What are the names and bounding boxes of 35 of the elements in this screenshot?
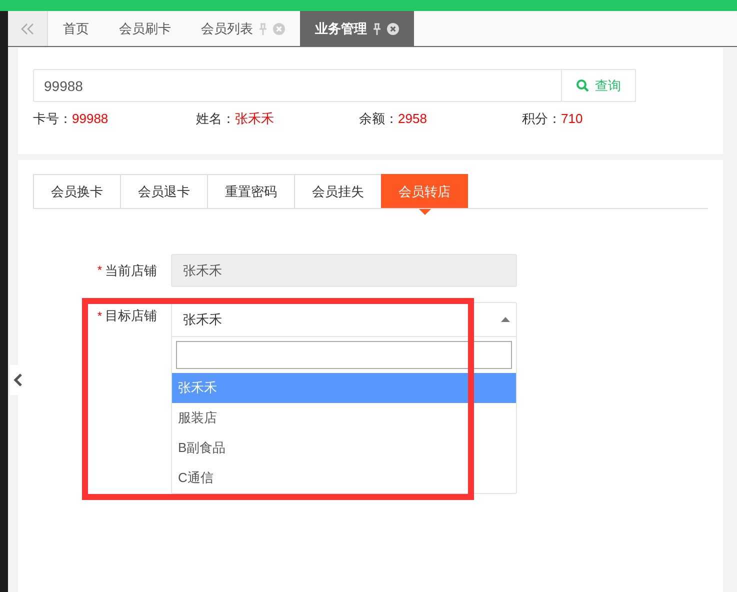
info-value: 张禾禾	[235, 111, 274, 126]
pin-icon	[259, 22, 267, 34]
tab[interactable]: 重置密码	[207, 174, 294, 208]
double-chevron-icon	[20, 22, 34, 34]
tab[interactable]: 会员列表	[186, 11, 300, 46]
tab[interactable]: 会员退卡	[120, 174, 207, 208]
info-value: 710	[561, 111, 583, 126]
caret-icon	[501, 317, 510, 322]
required-mark: *	[97, 308, 102, 325]
tab[interactable]: 业务管理	[300, 11, 414, 46]
dropdown-option[interactable]: C通信	[172, 463, 516, 493]
dropdown-option[interactable]: 服装店	[172, 403, 516, 433]
chevron-left-icon	[13, 373, 23, 387]
pin-icon	[373, 22, 381, 34]
info-label: 姓名：	[196, 111, 235, 126]
filter-field[interactable]	[176, 341, 512, 369]
close-icon[interactable]	[387, 22, 399, 34]
tab[interactable]: 会员刷卡	[104, 11, 186, 46]
card-number-field[interactable]: 99988	[33, 69, 562, 102]
info-label: 积分：	[522, 111, 561, 126]
target-store-select[interactable]: 张禾禾	[172, 303, 516, 336]
info-label: 余额：	[359, 111, 398, 126]
required-mark: *	[97, 262, 102, 279]
tab[interactable]: 会员换卡	[33, 174, 120, 208]
info-value: 2958	[398, 111, 427, 126]
scroll-left-button[interactable]	[8, 11, 48, 46]
dropdown-option[interactable]: B副食品	[172, 433, 516, 463]
field-label: 当前店铺	[105, 262, 157, 280]
tab[interactable]: 首页	[48, 11, 104, 46]
info-value: 99988	[72, 111, 108, 126]
current-store-field: 张禾禾	[171, 254, 517, 287]
tab-pointer	[419, 209, 431, 215]
info-label: 卡号：	[33, 111, 72, 126]
search-icon	[576, 79, 589, 92]
field-label: 目标店铺	[105, 307, 157, 325]
